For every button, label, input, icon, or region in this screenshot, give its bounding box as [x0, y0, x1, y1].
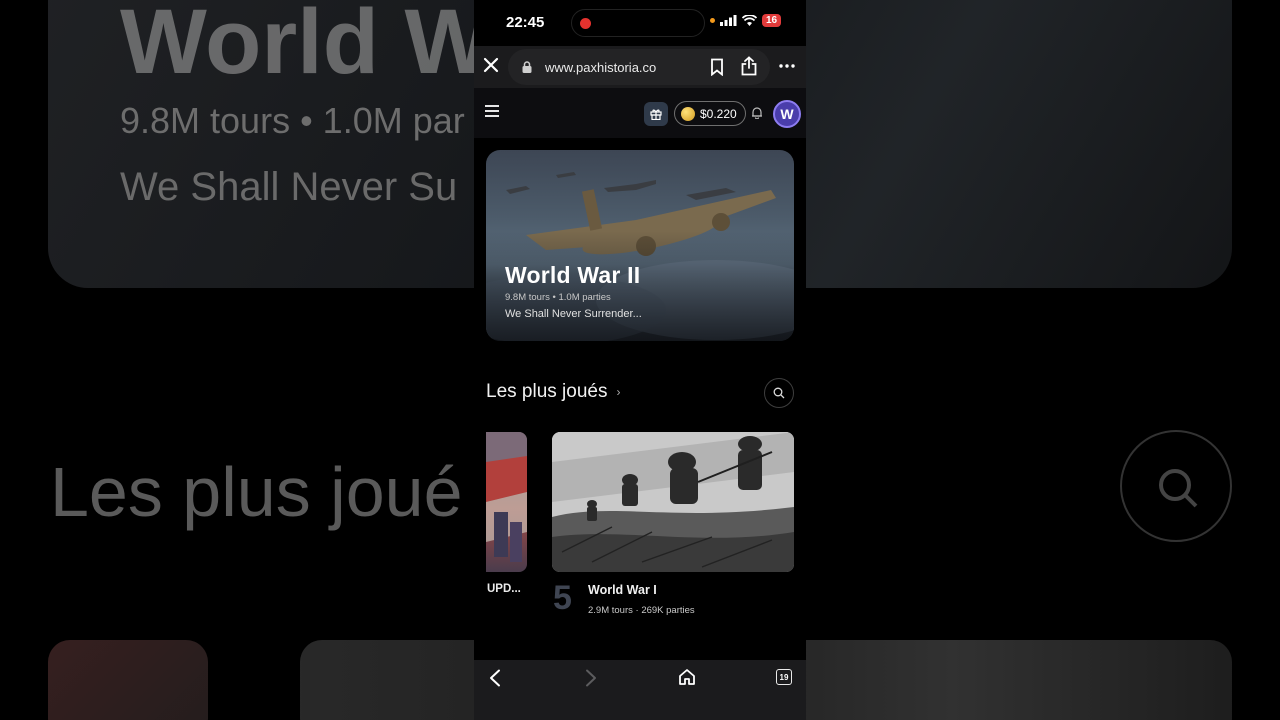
url-text: www.paxhistoria.co — [545, 60, 657, 75]
wifi-icon — [742, 15, 757, 26]
search-button[interactable] — [764, 378, 794, 408]
card-rank-number: 5 — [553, 579, 572, 617]
more-icon[interactable] — [779, 64, 795, 68]
status-bar: 22:45 16 — [474, 0, 806, 46]
partial-card-title: UPD... — [487, 583, 521, 595]
dynamic-island — [571, 9, 705, 37]
bg-desc: We Shall Never Su — [120, 165, 458, 209]
balance-pill[interactable]: $0.220 — [674, 101, 746, 126]
game-card-world-war-i[interactable] — [552, 432, 794, 572]
bg-title: World W — [120, 0, 492, 93]
tabs-button[interactable]: 19 — [776, 669, 792, 685]
hero-stats: 9.8M tours • 1.0M parties — [505, 292, 611, 303]
phone-screen: 22:45 16 www.paxhistoria.co $0.220 W Wor… — [474, 0, 806, 720]
soldiers-sketch-illustration — [552, 432, 794, 572]
gift-button[interactable] — [644, 102, 668, 126]
bg-stats: 9.8M tours • 1.0M par — [120, 100, 465, 141]
section-title-text: Les plus joués — [486, 381, 608, 402]
battery-badge: 16 — [762, 14, 782, 27]
hero-title: World War II — [505, 262, 641, 288]
home-icon[interactable] — [678, 668, 696, 686]
bookmark-icon[interactable] — [710, 58, 724, 76]
hero-card-world-war-ii[interactable]: World War II 9.8M tours • 1.0M parties W… — [486, 150, 794, 341]
app-header: $0.220 W — [474, 88, 806, 138]
bg-search-circle — [1120, 430, 1232, 542]
close-button[interactable] — [482, 56, 500, 76]
browser-bottom-toolbar: 19 — [474, 660, 806, 720]
chevron-right-icon: › — [616, 385, 621, 399]
search-icon — [773, 387, 785, 399]
card-title: World War I — [588, 583, 657, 597]
bg-thumb-left — [48, 640, 208, 720]
back-arrow-icon[interactable] — [489, 669, 501, 687]
bg-section-title: Les plus joué — [50, 453, 463, 531]
browser-address-bar: www.paxhistoria.co — [474, 46, 806, 88]
game-card-partial[interactable] — [486, 432, 527, 572]
bg-search-icon — [1159, 469, 1198, 508]
bell-icon[interactable] — [751, 106, 763, 119]
status-time: 22:45 — [506, 14, 545, 31]
url-field[interactable]: www.paxhistoria.co — [508, 49, 770, 85]
status-icons: 16 — [710, 14, 782, 27]
balance-amount: $0.220 — [700, 106, 737, 121]
partial-card-illustration — [486, 432, 527, 562]
section-title-most-played[interactable]: Les plus joués › — [486, 381, 620, 403]
lock-icon — [522, 61, 532, 73]
hero-description: We Shall Never Surrender... — [505, 308, 642, 320]
forward-arrow-icon[interactable] — [585, 669, 597, 687]
close-icon — [483, 57, 499, 73]
coin-icon — [681, 106, 695, 121]
mic-indicator-icon — [710, 18, 715, 23]
signal-icon — [720, 15, 737, 26]
recording-dot-icon — [580, 18, 591, 29]
share-icon[interactable] — [740, 56, 758, 76]
gift-icon — [650, 109, 662, 120]
user-avatar[interactable]: W — [773, 100, 801, 128]
hamburger-menu-icon[interactable] — [485, 105, 499, 117]
card-stats: 2.9M tours · 269K parties — [588, 605, 695, 616]
